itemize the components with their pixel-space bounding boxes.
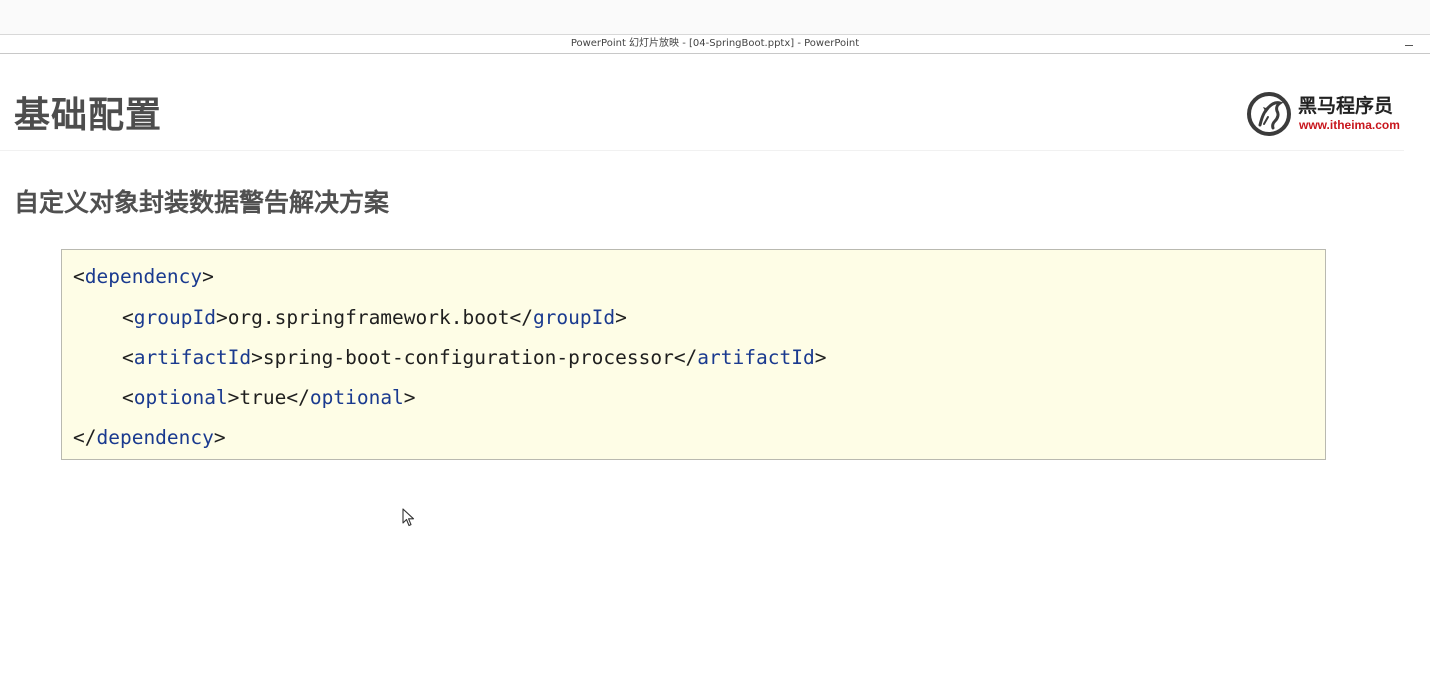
tag-bracket: </	[286, 386, 310, 409]
xml-text-value: true	[239, 386, 287, 409]
xml-text-value: org.springframework.boot	[227, 306, 510, 329]
code-line: <artifactId>spring-boot-configuration-pr…	[122, 345, 826, 371]
code-line: <dependency>	[73, 264, 214, 290]
brand-name: 黑马程序员	[1298, 95, 1394, 117]
tag-bracket: >	[251, 346, 263, 369]
header-divider	[0, 150, 1404, 151]
code-line: <groupId>org.springframework.boot</group…	[122, 305, 627, 331]
slide[interactable]: 基础配置 黑马程序员 www.itheima.com 自定义对象封装数据警告解决…	[0, 55, 1430, 680]
screen-top-strip	[0, 0, 1430, 34]
slide-subtitle: 自定义对象封装数据警告解决方案	[14, 188, 390, 217]
window-titlebar: PowerPoint 幻灯片放映 - [04-SpringBoot.pptx] …	[0, 34, 1430, 54]
xml-text-value: spring-boot-configuration-processor	[262, 346, 674, 369]
tag-bracket: >	[215, 306, 228, 329]
tag-bracket: <	[122, 346, 134, 369]
slide-title: 基础配置	[14, 95, 163, 136]
code-block: <dependency> <groupId>org.springframework…	[61, 249, 1326, 460]
minimize-button[interactable]	[1402, 36, 1416, 52]
xml-tag-name: artifactId	[697, 346, 815, 369]
xml-tag-name: dependency	[84, 265, 203, 288]
code-line: <optional>true</optional>	[122, 385, 416, 411]
tag-bracket: >	[615, 306, 627, 329]
brand-logo: 黑马程序员 www.itheima.com	[1246, 91, 1406, 137]
tag-bracket: </	[509, 306, 533, 329]
xml-tag-name: groupId	[532, 306, 616, 329]
tag-bracket: <	[73, 265, 85, 288]
tag-bracket: >	[403, 386, 416, 409]
xml-tag-name: artifactId	[133, 346, 252, 369]
tag-bracket: </	[73, 426, 97, 449]
code-line: </dependency>	[73, 425, 226, 451]
brand-url: www.itheima.com	[1299, 118, 1400, 132]
tag-bracket: >	[227, 386, 240, 409]
tag-bracket: <	[122, 306, 134, 329]
xml-tag-name: optional	[309, 386, 404, 409]
tag-bracket: </	[673, 346, 698, 369]
horse-logo-icon	[1247, 92, 1291, 136]
mouse-cursor-icon	[402, 508, 415, 527]
window-title: PowerPoint 幻灯片放映 - [04-SpringBoot.pptx] …	[570, 38, 860, 49]
tag-bracket: >	[814, 346, 827, 369]
xml-tag-name: optional	[133, 386, 228, 409]
tag-bracket: <	[122, 386, 134, 409]
xml-tag-name: dependency	[96, 426, 214, 449]
tag-bracket: >	[202, 265, 214, 288]
tag-bracket: >	[213, 426, 226, 449]
xml-tag-name: groupId	[133, 306, 216, 329]
